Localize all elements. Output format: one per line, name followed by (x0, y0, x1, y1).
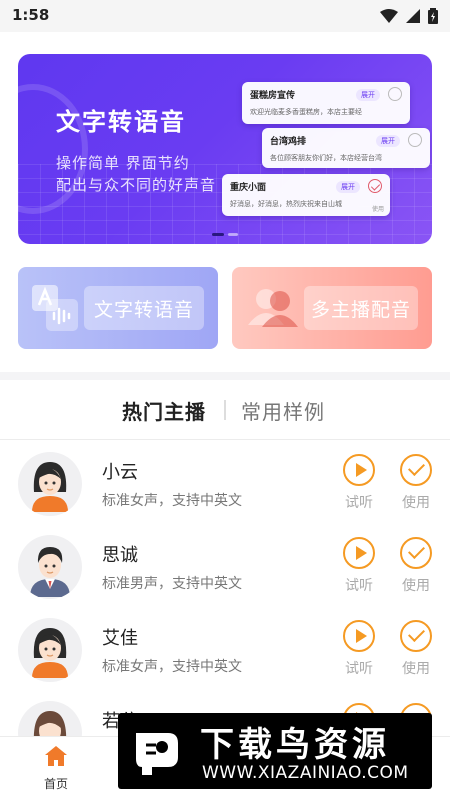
banner-pagination (212, 233, 238, 236)
preview-button[interactable]: 试听 (339, 454, 379, 512)
watermark: 下载鸟资源 WWW.XIAZAINIAO.COM (118, 713, 432, 789)
text-to-speech-label: 文字转语音 (84, 286, 204, 330)
voice-name: 小云 (102, 462, 138, 483)
home-icon (45, 746, 67, 766)
watermark-text: 下载鸟资源 (200, 725, 390, 765)
play-icon (343, 537, 375, 569)
voice-description: 标准女声，支持中英文 (102, 659, 242, 675)
banner-subtitle-2: 配出与众不同的好声音 (56, 176, 217, 194)
banner-card-desc: 好消息，好消息，热烈庆祝来自山城 (230, 200, 342, 208)
avatar (18, 452, 82, 516)
banner-card-tag: 展开 (356, 89, 380, 101)
multi-anchor-card[interactable]: 多主播配音 (232, 267, 432, 349)
pagination-dot[interactable] (228, 233, 238, 236)
female-avatar-icon (32, 462, 68, 512)
tab-common-samples[interactable]: 常用样例 (241, 396, 325, 425)
voice-name: 思诚 (102, 545, 138, 566)
banner-card-tag: 展开 (376, 135, 400, 147)
use-label: 使用 (402, 495, 430, 511)
status-time: 1:58 (12, 6, 50, 24)
use-button[interactable]: 使用 (396, 537, 436, 595)
banner-sample-card: 台湾鸡排 各位顾客朋友你们好，本店经营台湾 展开 (262, 128, 430, 168)
banner-sample-card: 重庆小面 好消息，好消息，热烈庆祝来自山城 展开 使用 (222, 174, 390, 216)
wifi-icon (380, 9, 398, 23)
use-label: 使用 (402, 661, 430, 677)
check-icon (400, 454, 432, 486)
check-circle-icon (388, 87, 402, 101)
preview-button[interactable]: 试听 (339, 620, 379, 678)
voice-description: 标准女声，支持中英文 (102, 493, 242, 509)
preview-label: 试听 (345, 661, 373, 677)
play-icon (343, 620, 375, 652)
banner-subtitle-1: 操作简单 界面节约 (56, 154, 190, 172)
preview-label: 试听 (345, 495, 373, 511)
text-to-speech-card[interactable]: 文字转语音 (18, 267, 218, 349)
check-icon (400, 620, 432, 652)
voice-tabs: 热门主播 常用样例 (0, 380, 450, 440)
banner-card-used: 使用 (371, 206, 384, 213)
list-item[interactable]: 小云 标准女声，支持中英文 试听 使用 (0, 444, 450, 526)
check-icon (400, 537, 432, 569)
promo-banner[interactable]: 文字转语音 操作简单 界面节约 配出与众不同的好声音 蛋糕房宣传 欢迎光临麦多香… (18, 54, 432, 244)
section-divider (0, 372, 450, 380)
app-screen: 1:58 文字转语音 操作简单 界面节约 配出与众不同的好声音 蛋糕房宣传 欢迎… (0, 0, 450, 800)
text-to-speech-icon (32, 285, 78, 331)
use-button[interactable]: 使用 (396, 454, 436, 512)
avatar (18, 535, 82, 599)
list-item[interactable]: 艾佳 标准女声，支持中英文 试听 使用 (0, 610, 450, 692)
banner-sample-card: 蛋糕房宣传 欢迎光临麦多香蛋糕房，本店主要经 展开 (242, 82, 410, 124)
status-bar: 1:58 (0, 0, 450, 32)
male-avatar-icon (30, 547, 70, 597)
banner-card-desc: 欢迎光临麦多香蛋糕房，本店主要经 (250, 108, 362, 116)
avatar (18, 618, 82, 682)
nav-item-home[interactable]: 首页 (11, 745, 101, 792)
nav-label-home: 首页 (43, 777, 68, 791)
use-label: 使用 (402, 578, 430, 594)
banner-card-desc: 各位顾客朋友你们好，本店经营台湾 (270, 154, 382, 162)
play-icon (343, 454, 375, 486)
multi-anchor-icon (248, 289, 298, 327)
status-icons (380, 8, 438, 24)
voice-name: 艾佳 (102, 628, 138, 649)
battery-icon (428, 8, 438, 24)
female-avatar-icon (32, 628, 68, 678)
watermark-url: WWW.XIAZAINIAO.COM (202, 763, 409, 783)
multi-anchor-label: 多主播配音 (304, 286, 418, 330)
bird-logo-icon (136, 733, 178, 775)
banner-title: 文字转语音 (56, 108, 186, 136)
voice-description: 标准男声，支持中英文 (102, 576, 242, 592)
tab-separator (224, 400, 226, 420)
banner-card-tag: 展开 (336, 181, 360, 193)
check-circle-icon (368, 179, 382, 193)
tab-hot-anchors[interactable]: 热门主播 (122, 396, 206, 425)
pagination-dot[interactable] (212, 233, 224, 236)
preview-label: 试听 (345, 578, 373, 594)
signal-icon (406, 9, 420, 23)
list-item[interactable]: 思诚 标准男声，支持中英文 试听 使用 (0, 527, 450, 609)
check-circle-icon (408, 133, 422, 147)
preview-button[interactable]: 试听 (339, 537, 379, 595)
use-button[interactable]: 使用 (396, 620, 436, 678)
